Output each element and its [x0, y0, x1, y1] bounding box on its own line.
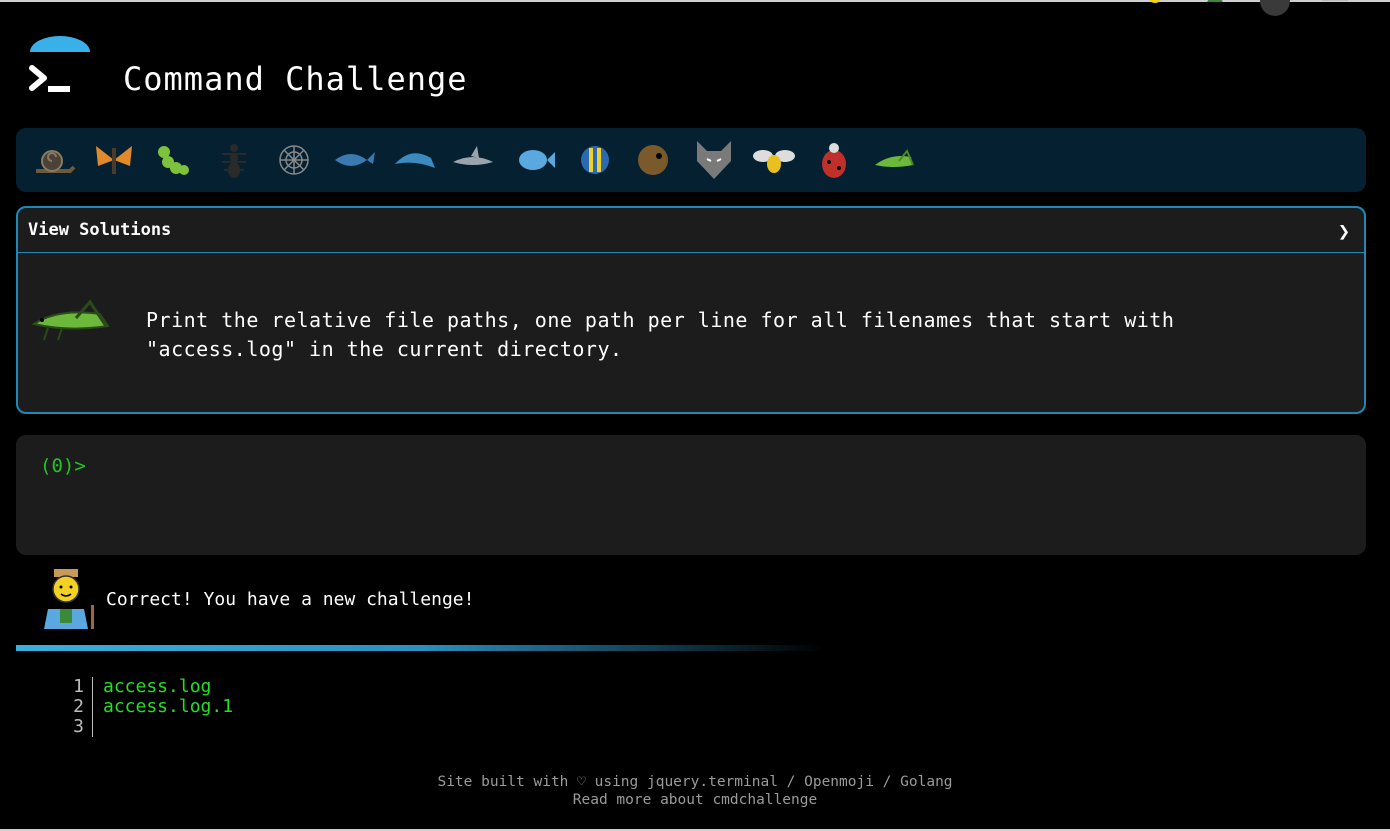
caterpillar-icon[interactable]: [144, 135, 204, 185]
challenge-progress-bar: [16, 128, 1366, 192]
fish-icon[interactable]: [504, 135, 564, 185]
progress-underline: [16, 645, 826, 651]
terminal-input[interactable]: (0)>: [16, 435, 1366, 555]
line-text: access.log: [103, 676, 212, 697]
page-title: Command Challenge: [123, 60, 468, 98]
terminal-prompt: (0)>: [40, 455, 86, 477]
line-number: 3: [60, 717, 93, 737]
editor-line: 2 access.log.1: [60, 697, 233, 717]
menu-icon[interactable]: [1320, 0, 1350, 16]
butterfly-icon[interactable]: [84, 135, 144, 185]
output-editor: 1 access.log 2 access.log.1 3: [60, 677, 233, 737]
footer-read-more-link[interactable]: Read more about cmdchallenge: [0, 791, 1390, 809]
trophy-icon[interactable]: [1140, 0, 1170, 16]
challenge-panel: View Solutions ❯ Print the relative file…: [16, 206, 1366, 414]
editor-line: 1 access.log: [60, 677, 233, 697]
wolf-icon[interactable]: [684, 135, 744, 185]
terminal-logo-icon[interactable]: [24, 36, 96, 102]
line-number: 2: [60, 697, 93, 717]
line-text: [93, 717, 103, 737]
view-solutions-toggle[interactable]: View Solutions ❯: [18, 208, 1364, 253]
snail-icon[interactable]: [24, 135, 84, 185]
challenge-description: Print the relative file paths, one path …: [146, 308, 1175, 361]
top-nav-icons: [1140, 0, 1350, 16]
line-text: access.log.1: [103, 696, 234, 717]
chevron-right-icon[interactable]: ❯: [1338, 219, 1350, 243]
spider-web-icon[interactable]: [264, 135, 324, 185]
whale-icon[interactable]: [324, 135, 384, 185]
editor-line: 3: [60, 717, 233, 737]
success-message: Correct! You have a new challenge!: [36, 565, 836, 635]
ladybug-icon[interactable]: [804, 135, 864, 185]
tree-icon[interactable]: [1200, 0, 1230, 16]
ant-icon[interactable]: [204, 135, 264, 185]
footer-credits[interactable]: Site built with ♡ using jquery.terminal …: [0, 773, 1390, 791]
avatar[interactable]: [1260, 0, 1290, 16]
shark-icon[interactable]: [444, 135, 504, 185]
app-header: Command Challenge: [24, 36, 724, 106]
bee-icon[interactable]: [744, 135, 804, 185]
view-solutions-label: View Solutions: [28, 220, 172, 240]
success-text: Correct! You have a new challenge!: [106, 589, 475, 610]
blowfish-icon[interactable]: [624, 135, 684, 185]
grasshopper-icon: [31, 299, 110, 341]
line-number: 1: [60, 677, 93, 697]
farmer-icon: [44, 569, 94, 629]
footer: Site built with ♡ using jquery.terminal …: [0, 773, 1390, 809]
dolphin-icon[interactable]: [384, 135, 444, 185]
tropical-fish-icon[interactable]: [564, 135, 624, 185]
grasshopper-icon[interactable]: [864, 135, 924, 185]
